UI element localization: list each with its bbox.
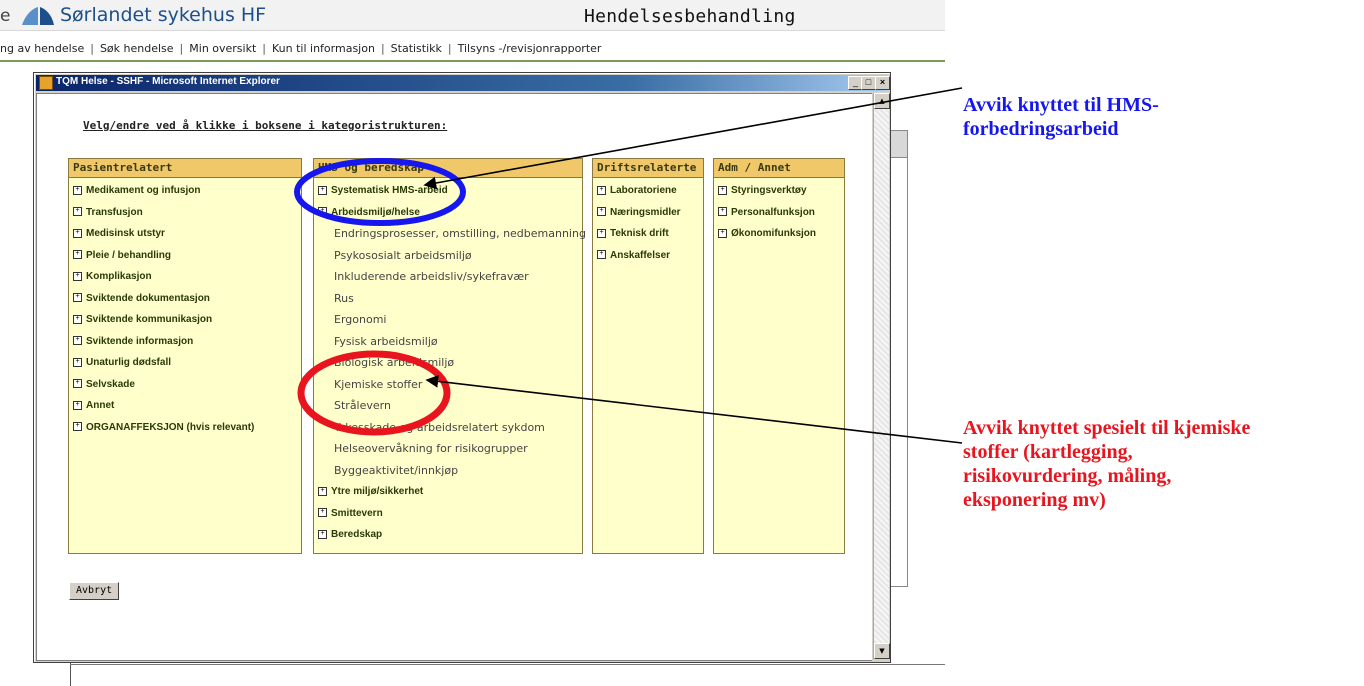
callout-line: eksponering mv) <box>963 489 1106 511</box>
red-callout-text: Avvik knyttet spesielt til kjemiske stof… <box>963 416 1250 512</box>
red-callout-arrow <box>425 374 963 444</box>
red-highlight-ellipse <box>297 350 451 436</box>
callout-line: forbedringsarbeid <box>963 118 1119 140</box>
callout-line: stoffer (kartlegging, <box>963 441 1133 463</box>
callout-line: Avvik knyttet til HMS- <box>963 94 1159 116</box>
callout-line: Avvik knyttet spesielt til kjemiske <box>963 417 1251 439</box>
blue-callout-text: Avvik knyttet til HMS- forbedringsarbeid <box>963 93 1159 141</box>
blue-highlight-ellipse <box>294 158 466 226</box>
annotation-overlay <box>294 87 963 444</box>
blue-callout-arrow <box>423 87 963 190</box>
callout-line: risikovurdering, måling, <box>963 465 1172 487</box>
